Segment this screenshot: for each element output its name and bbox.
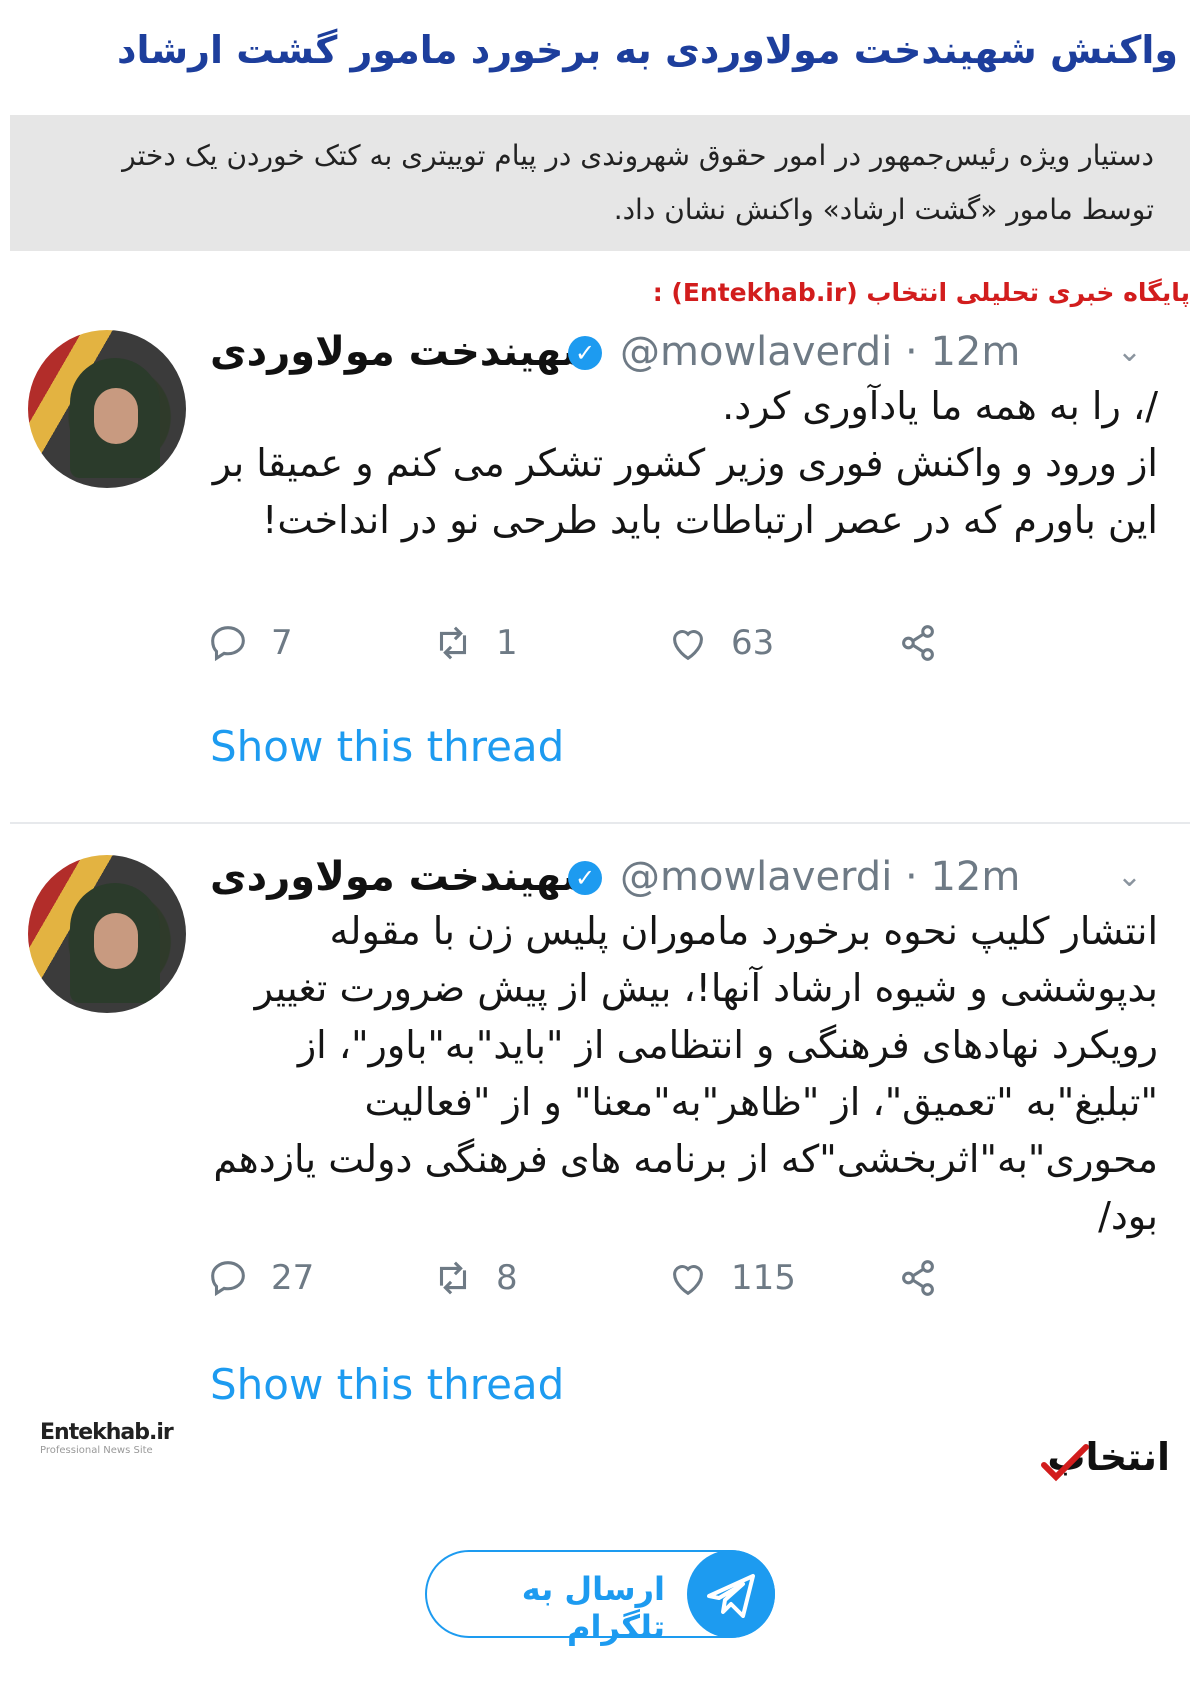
reply-button[interactable]: 7 xyxy=(205,620,293,666)
tweet-text: انتشار کلیپ نحوه برخورد ماموران پلیس زن … xyxy=(213,909,1158,1238)
show-thread-link[interactable]: Show this thread xyxy=(210,722,564,771)
watermark-text: Entekhab.ir xyxy=(40,1420,174,1445)
retweet-icon xyxy=(439,626,467,660)
author-name[interactable]: شهیندخت مولاوردی xyxy=(210,847,601,907)
author-handle[interactable]: @mowlaverdi · 12m xyxy=(620,322,1020,382)
article-headline: واکنش شهیندخت مولاوردی به برخورد مامور گ… xyxy=(117,28,1178,72)
show-thread-link[interactable]: Show this thread xyxy=(210,1360,564,1409)
tweet-header: شهیندخت مولاوردی ✓ @mowlaverdi · 12m ⌄ xyxy=(210,322,1160,382)
article-lead: دستیار ویژه رئیس‌جمهور در امور حقوق شهرو… xyxy=(10,115,1190,251)
retweet-count: 8 xyxy=(496,1258,518,1298)
reply-button[interactable]: 27 xyxy=(205,1255,314,1301)
tweet-header: شهیندخت مولاوردی ✓ @mowlaverdi · 12m ⌄ xyxy=(210,847,1160,907)
share-button[interactable] xyxy=(895,1255,961,1301)
like-button[interactable]: 63 xyxy=(665,620,774,666)
like-count: 115 xyxy=(731,1258,796,1298)
author-handle[interactable]: @mowlaverdi · 12m xyxy=(620,847,1020,907)
send-to-telegram-button[interactable]: ارسال به تلگرام xyxy=(425,1550,775,1646)
telegram-button-label: ارسال به تلگرام xyxy=(521,1570,665,1646)
checkmark-icon xyxy=(1041,1444,1089,1482)
verified-badge-icon: ✓ xyxy=(568,861,602,895)
retweet-count: 1 xyxy=(496,623,518,663)
reply-count: 27 xyxy=(271,1258,315,1298)
tweet-card: شهیندخت مولاوردی ✓ @mowlaverdi · 12m ⌄ ا… xyxy=(0,845,1200,1445)
avatar[interactable] xyxy=(28,855,186,1013)
tweet-card: شهیندخت مولاوردی ✓ @mowlaverdi · 12m ⌄ /… xyxy=(0,320,1200,800)
tweet-actions: 27 8 115 xyxy=(205,1255,965,1315)
like-count: 63 xyxy=(731,623,775,663)
share-button[interactable] xyxy=(895,620,961,666)
verified-badge-icon: ✓ xyxy=(568,336,602,370)
telegram-plane-icon xyxy=(687,1550,775,1638)
retweet-button[interactable]: 1 xyxy=(430,620,518,666)
tweet-actions: 7 1 63 xyxy=(205,620,965,680)
avatar[interactable] xyxy=(28,330,186,488)
news-source: پایگاه خبری تحلیلی انتخاب (Entekhab.ir) … xyxy=(652,278,1190,307)
reply-icon xyxy=(211,626,245,662)
watermark-subtext: Professional News Site xyxy=(40,1445,153,1456)
share-icon xyxy=(902,625,934,661)
entekhab-brand-logo: انتخاب xyxy=(1040,1435,1170,1495)
share-icon xyxy=(902,1260,934,1296)
like-button[interactable]: 115 xyxy=(665,1255,796,1301)
like-icon xyxy=(673,630,703,661)
entekhab-watermark-logo: Entekhab.ir Professional News Site xyxy=(40,1420,200,1456)
like-icon xyxy=(673,1265,703,1296)
tweet-divider xyxy=(10,822,1190,824)
author-name[interactable]: شهیندخت مولاوردی xyxy=(210,322,601,382)
retweet-button[interactable]: 8 xyxy=(430,1255,518,1301)
chevron-down-icon[interactable]: ⌄ xyxy=(1117,322,1142,382)
chevron-down-icon[interactable]: ⌄ xyxy=(1117,847,1142,907)
reply-count: 7 xyxy=(271,623,293,663)
retweet-icon xyxy=(439,1261,467,1295)
tweet-text: /، را به همه ما یادآوری کرد. از ورود و و… xyxy=(212,384,1158,542)
reply-icon xyxy=(211,1261,245,1297)
